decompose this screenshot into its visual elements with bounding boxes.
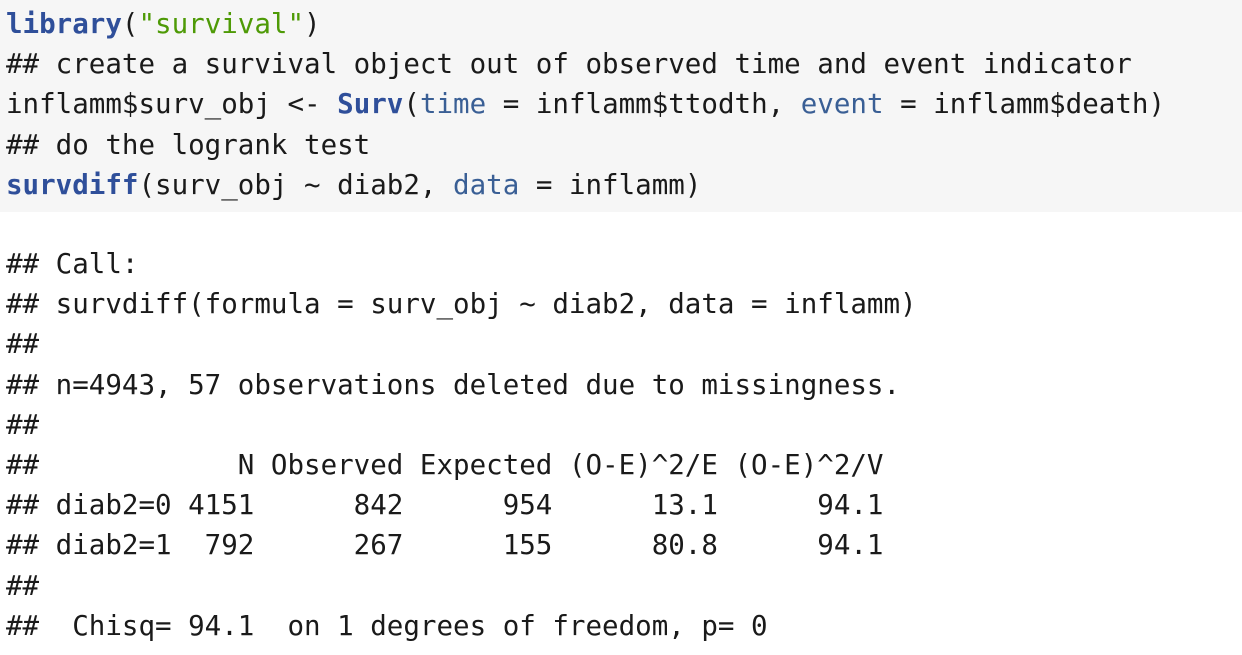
arg-event: event	[800, 88, 884, 121]
value-death: inflamm$death)	[933, 88, 1166, 121]
paren-close: )	[304, 8, 321, 40]
formula-part: (surv_obj ~ diab2,	[138, 168, 454, 201]
function-library: library	[6, 8, 122, 40]
output-table-row: ## diab2=0 4151 842 954 13.1 94.1	[6, 489, 884, 522]
arg-data: data	[453, 168, 520, 201]
paren-open: (	[403, 88, 420, 121]
equals: =	[519, 168, 569, 201]
code-chunk: library("survival") ## create a survival…	[0, 0, 1242, 212]
output-line: ## survdiff(formula = surv_obj ~ diab2, …	[6, 288, 917, 321]
output-line: ##	[6, 328, 40, 361]
code-line-library: library("survival")	[6, 4, 1242, 44]
code-comment-create: ## create a survival object out of obser…	[6, 48, 1132, 81]
output-chisq-line: ## Chisq= 94.1 on 1 degrees of freedom, …	[6, 609, 768, 642]
function-survdiff: survdiff	[6, 168, 139, 201]
output-table-header: ## N Observed Expected (O-E)^2/E (O-E)^2…	[6, 448, 884, 481]
string-survival: "survival"	[138, 8, 305, 40]
arg-time: time	[419, 88, 487, 121]
function-surv: Surv	[337, 88, 404, 121]
paren-open: (	[121, 8, 139, 40]
value-inflamm: inflamm)	[568, 168, 702, 201]
equals: =	[486, 88, 536, 121]
code-line-survdiff: survdiff(surv_obj ~ diab2, data = inflam…	[6, 165, 1242, 205]
assign-target: inflamm$surv_obj <-	[6, 88, 338, 121]
equals: =	[883, 88, 934, 121]
output-line: ##	[6, 569, 40, 602]
output-chunk: ## Call: ## survdiff(formula = surv_obj …	[0, 244, 1242, 646]
value-ttodth: inflamm$ttodth,	[535, 88, 801, 121]
code-line-surv: inflamm$surv_obj <- Surv(time = inflamm$…	[6, 84, 1242, 124]
output-line: ##	[6, 408, 40, 441]
output-line: ## n=4943, 57 observations deleted due t…	[6, 368, 901, 401]
output-line: ## Call:	[6, 248, 139, 280]
output-table-row: ## diab2=1 792 267 155 80.8 94.1	[6, 529, 884, 562]
code-comment-logrank: ## do the logrank test	[6, 128, 371, 161]
